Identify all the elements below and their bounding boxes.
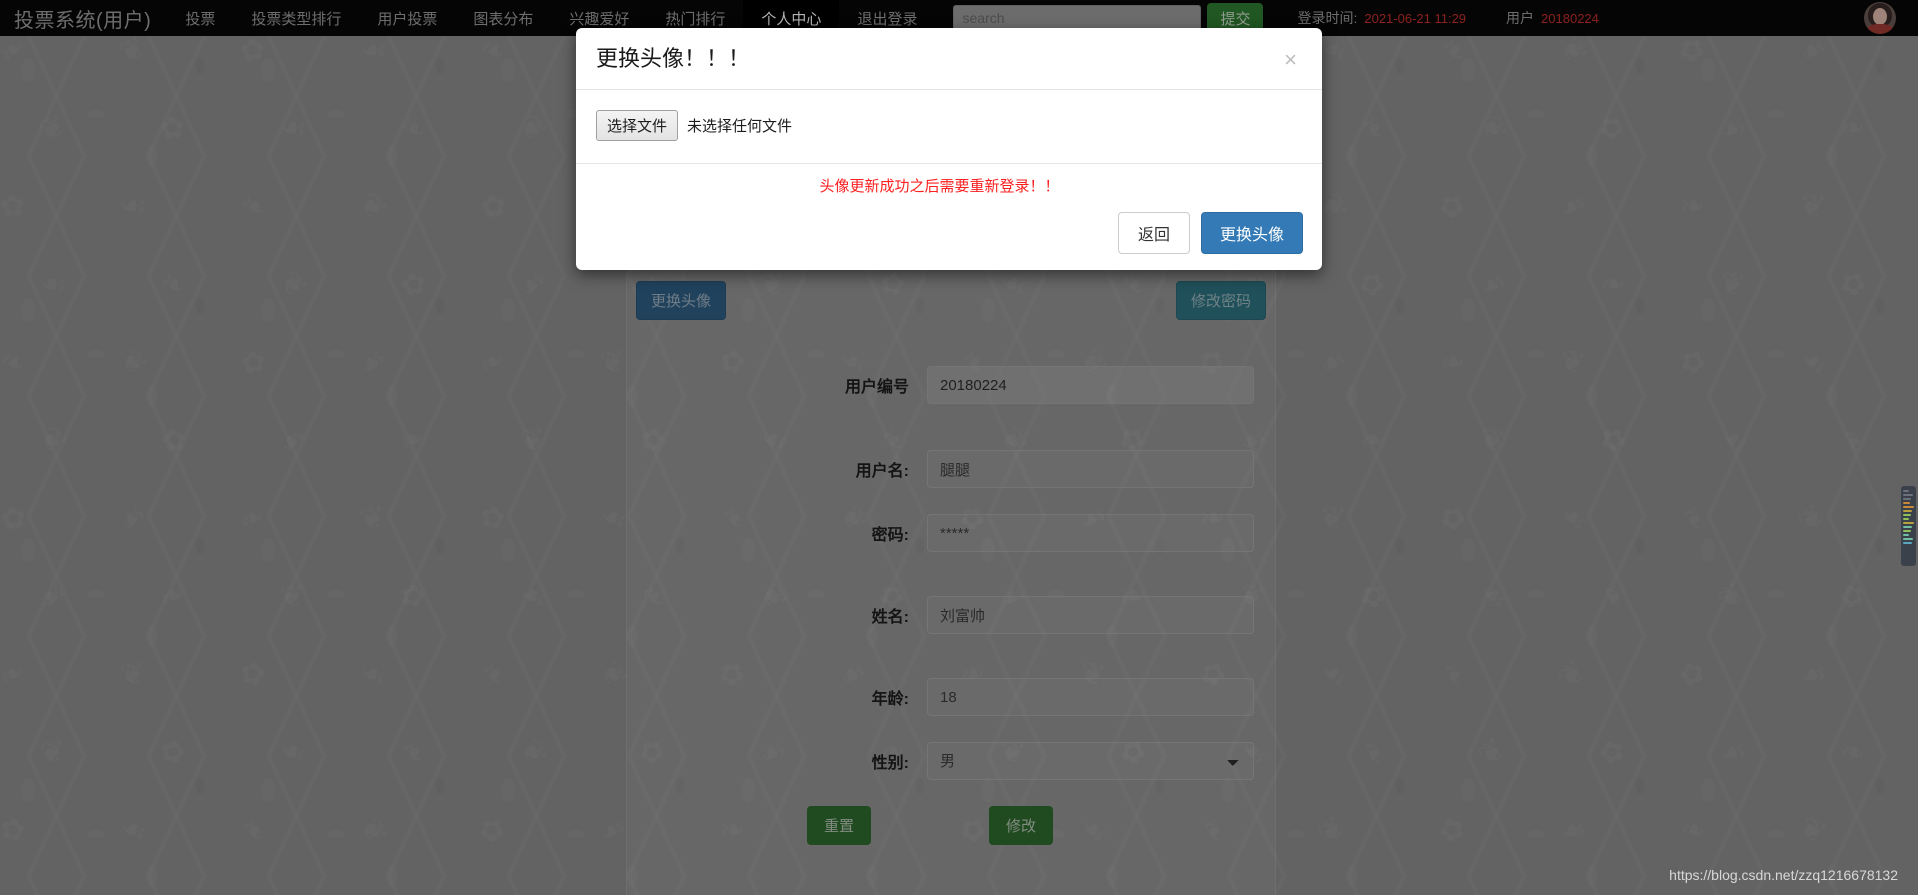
- minimap-line: [1903, 490, 1909, 492]
- minimap-line: [1903, 542, 1912, 544]
- minimap-line: [1903, 506, 1914, 508]
- minimap-line: [1903, 502, 1910, 504]
- modal-title: 更换头像！！！: [596, 46, 751, 71]
- modal-body: 选择文件 未选择任何文件: [576, 90, 1322, 165]
- selected-file-name: 未选择任何文件: [687, 118, 793, 136]
- code-minimap-scrollbar[interactable]: [1901, 486, 1916, 566]
- minimap-line: [1903, 514, 1911, 516]
- change-avatar-modal: 更换头像！！！ × 选择文件 未选择任何文件 头像更新成功之后需要重新登录！！ …: [576, 28, 1322, 271]
- relogin-warning-text: 头像更新成功之后需要重新登录！！: [819, 178, 1060, 196]
- confirm-change-avatar-button[interactable]: 更换头像: [1200, 212, 1303, 255]
- modal-action-buttons: 返回 更换头像: [595, 212, 1303, 255]
- close-icon[interactable]: ×: [1278, 47, 1303, 73]
- minimap-line: [1903, 522, 1914, 524]
- minimap-line: [1903, 530, 1911, 532]
- modal-header: 更换头像！！！ ×: [576, 28, 1322, 91]
- minimap-line: [1903, 538, 1914, 540]
- modal-footer: 头像更新成功之后需要重新登录！！ 返回 更换头像: [576, 164, 1322, 270]
- minimap-line: [1903, 526, 1913, 528]
- back-button[interactable]: 返回: [1117, 212, 1190, 255]
- watermark-url: https://blog.csdn.net/zzq1216678132: [1669, 867, 1898, 883]
- minimap-line: [1903, 498, 1912, 500]
- minimap-line: [1903, 534, 1910, 536]
- minimap-line: [1903, 494, 1913, 496]
- minimap-line: [1903, 518, 1910, 520]
- choose-file-button[interactable]: 选择文件: [596, 110, 679, 142]
- file-upload-control[interactable]: 选择文件 未选择任何文件: [596, 110, 1302, 142]
- minimap-line: [1903, 510, 1913, 512]
